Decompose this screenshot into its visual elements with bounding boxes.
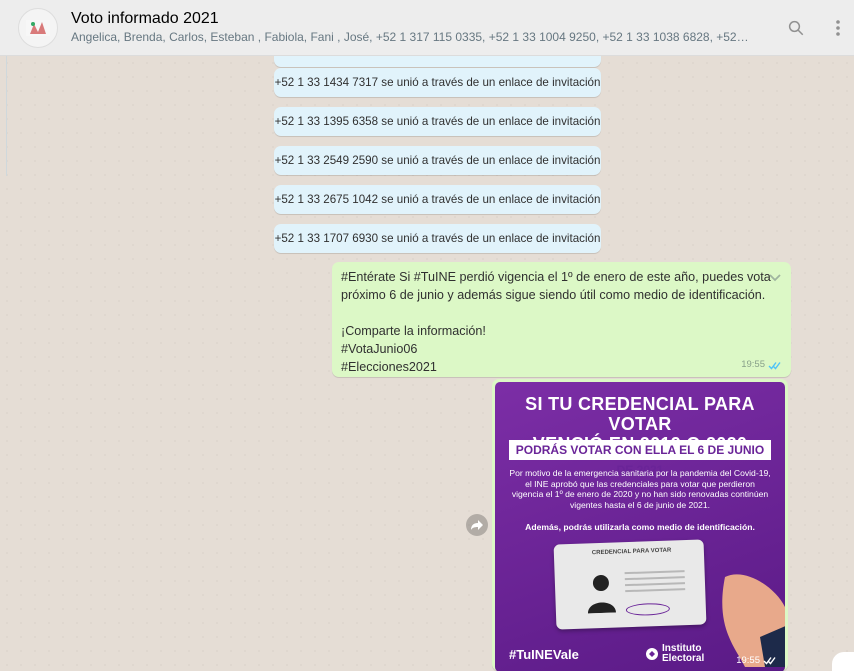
scroll-down-button[interactable] [832, 652, 854, 671]
message-line: #Elecciones2021 [341, 360, 437, 374]
message-line: #VotaJunio06 [341, 342, 418, 356]
poster-heading-line: Si tu credencial para votar [525, 394, 755, 434]
forward-icon[interactable] [466, 514, 488, 536]
card-lines [624, 570, 686, 596]
menu-icon[interactable] [826, 16, 850, 40]
ine-logo: Instituto Electoral [645, 644, 704, 664]
person-silhouette-icon [587, 575, 616, 614]
divider [6, 56, 7, 176]
read-ticks-icon [768, 361, 781, 370]
message-time: 19:55 [741, 359, 765, 370]
vigencia-highlight [625, 602, 671, 617]
group-avatar-image [26, 19, 50, 36]
system-message: +52 1 33 1395 6358 se unió a través de u… [274, 107, 601, 136]
system-message-partial [274, 56, 601, 67]
group-avatar[interactable] [18, 7, 58, 48]
hand-icon [722, 574, 785, 667]
message-line: ¡Comparte la información! [341, 324, 486, 338]
participants-list[interactable]: Angelica, Brenda, Carlos, Esteban , Fabi… [71, 29, 751, 46]
system-message: +52 1 33 2549 2590 se unió a través de u… [274, 146, 601, 175]
message-line: próximo 6 de junio y además sigue siendo… [341, 288, 766, 302]
system-message: +52 1 33 1707 6930 se unió a través de u… [274, 224, 601, 253]
read-ticks-icon [763, 657, 776, 665]
poster-body-bold: Además, podrás utilizarla como medio de … [525, 522, 755, 532]
chevron-down-icon[interactable] [769, 269, 781, 287]
poster-banner: Podrás votar con ella el 6 de junio de 2… [509, 440, 771, 477]
poster-hashtag: #TuINEVale [509, 647, 579, 662]
image-time: 19:55 [736, 655, 760, 666]
logo-line: Electoral [662, 653, 705, 664]
chat-area[interactable]: +52 1 33 1434 7317 se unió a través de u… [0, 56, 854, 671]
image-message[interactable]: Si tu credencial para votar venció en 20… [492, 379, 788, 671]
outgoing-message[interactable]: #Entérate Si #TuINE perdió vigencia el 1… [332, 262, 791, 377]
chat-header: Voto informado 2021 Angelica, Brenda, Ca… [0, 0, 854, 56]
voter-card-illustration: CREDENCIAL PARA VOTAR [553, 539, 707, 630]
chat-title[interactable]: Voto informado 2021 [71, 9, 751, 29]
poster-image[interactable]: Si tu credencial para votar venció en 20… [495, 382, 785, 671]
message-meta: 19:55 [741, 356, 782, 374]
system-message: +52 1 33 1434 7317 se unió a través de u… [274, 68, 601, 97]
poster-body: Por motivo de la emergencia sanitaria po… [509, 468, 771, 510]
card-title: CREDENCIAL PARA VOTAR [591, 547, 672, 557]
system-message: +52 1 33 2675 1042 se unió a través de u… [274, 185, 601, 214]
message-line: #Entérate Si #TuINE perdió vigencia el 1… [341, 270, 771, 284]
search-icon[interactable] [784, 16, 808, 40]
image-meta: 19:55 [736, 655, 777, 666]
